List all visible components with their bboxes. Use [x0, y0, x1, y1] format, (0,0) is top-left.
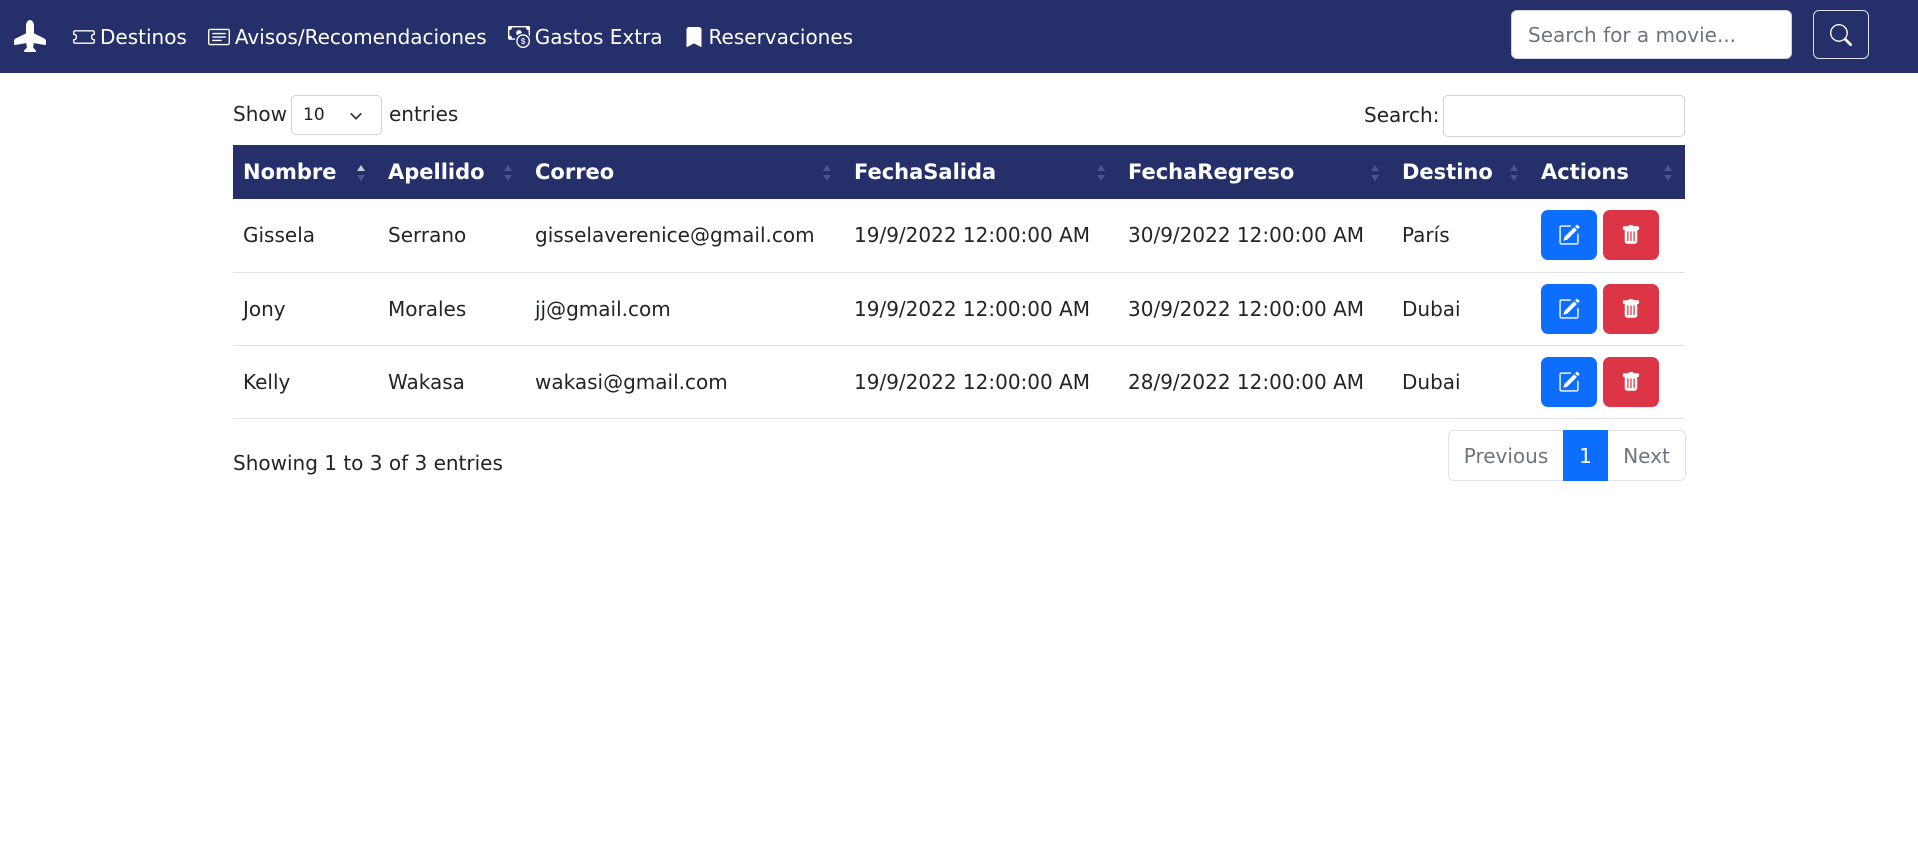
cell-nombre: Kelly	[243, 369, 291, 394]
column-header-fecharegreso[interactable]: FechaRegreso	[1118, 145, 1392, 199]
nav-item-destinos[interactable]: Destinos	[73, 25, 187, 49]
cell-apellido: Wakasa	[388, 369, 465, 394]
previous-page-button[interactable]: Previous	[1448, 430, 1563, 481]
page-length-value: 10	[303, 105, 325, 125]
movie-search-input[interactable]	[1511, 10, 1792, 59]
table-row: Kelly Wakasa wakasi@gmail.com 19/9/2022 …	[233, 345, 1685, 418]
edit-button[interactable]	[1541, 210, 1597, 261]
nav-item-label: Destinos	[100, 24, 187, 49]
delete-button[interactable]	[1603, 210, 1659, 261]
column-header-actions[interactable]: Actions	[1531, 145, 1685, 199]
cell-fecha-regreso: 28/9/2022 12:00:00 AM	[1128, 369, 1365, 394]
column-header-fechasalida[interactable]: FechaSalida	[844, 145, 1118, 199]
search-button[interactable]	[1813, 10, 1869, 59]
cell-nombre: Gissela	[243, 223, 316, 248]
sort-icon	[1371, 165, 1379, 181]
cell-correo: wakasi@gmail.com	[535, 369, 728, 394]
next-page-button[interactable]: Next	[1608, 430, 1686, 481]
edit-button[interactable]	[1541, 283, 1597, 334]
cell-fecha-salida: 19/9/2022 12:00:00 AM	[854, 223, 1091, 248]
sort-icon	[1510, 165, 1518, 181]
cell-fecha-salida: 19/9/2022 12:00:00 AM	[854, 296, 1091, 321]
cell-destino: Dubai	[1402, 369, 1461, 394]
edit-icon	[1559, 371, 1580, 392]
nav-item-gastos-extra[interactable]: Gastos Extra	[507, 24, 663, 49]
sort-icon	[1664, 165, 1672, 181]
search-icon	[1830, 23, 1852, 46]
cell-apellido: Serrano	[388, 223, 467, 248]
nav-item-label: Avisos/Recomendaciones	[234, 24, 487, 49]
sort-icon	[823, 165, 831, 181]
table-info: Showing 1 to 3 of 3 entries	[233, 451, 503, 475]
cell-correo: jj@gmail.com	[535, 296, 671, 321]
bookmark-icon	[686, 26, 702, 47]
cell-actions	[1531, 272, 1685, 345]
table-search-label: Search:	[1364, 103, 1440, 127]
column-header-correo[interactable]: Correo	[525, 145, 844, 199]
cell-actions	[1531, 199, 1685, 272]
entries-label: entries	[389, 102, 459, 126]
delete-button[interactable]	[1603, 356, 1659, 407]
sort-icon	[1097, 165, 1105, 181]
show-label: Show	[233, 102, 287, 126]
delete-button[interactable]	[1603, 283, 1659, 334]
nav-item-label: Reservaciones	[708, 24, 854, 49]
edit-button[interactable]	[1541, 356, 1597, 407]
table-row: Gissela Serrano gisselaverenice@gmail.co…	[233, 199, 1685, 272]
column-header-destino[interactable]: Destino	[1392, 145, 1531, 199]
nav-item-avisos[interactable]: Avisos/Recomendaciones	[207, 24, 487, 49]
reservations-table: Nombre Apellido Correo FechaSalida Fecha…	[233, 145, 1685, 419]
cell-fecha-regreso: 30/9/2022 12:00:00 AM	[1128, 223, 1365, 248]
table-search-input[interactable]	[1443, 95, 1685, 137]
cell-fecha-regreso: 30/9/2022 12:00:00 AM	[1128, 296, 1365, 321]
top-navbar: Destinos Avisos/Recomendaciones Gastos E…	[0, 0, 1918, 73]
table-row: Jony Morales jj@gmail.com 19/9/2022 12:0…	[233, 272, 1685, 345]
nav-menu: Destinos Avisos/Recomendaciones Gastos E…	[73, 0, 874, 73]
table-header-row: Nombre Apellido Correo FechaSalida Fecha…	[233, 145, 1685, 199]
trash-icon	[1622, 298, 1640, 318]
cell-destino: París	[1402, 223, 1450, 248]
cell-actions	[1531, 345, 1685, 418]
edit-icon	[1559, 298, 1580, 319]
sort-asc-icon	[357, 165, 365, 181]
trash-icon	[1622, 371, 1640, 391]
trash-icon	[1622, 225, 1640, 244]
cash-coin-icon	[507, 25, 530, 48]
nav-item-label: Gastos Extra	[534, 24, 663, 49]
cell-apellido: Morales	[388, 296, 467, 321]
pagination: Previous 1 Next	[1448, 430, 1686, 481]
edit-icon	[1559, 224, 1580, 245]
airplane-icon[interactable]	[14, 20, 46, 53]
ticket-icon	[73, 29, 95, 44]
cell-fecha-salida: 19/9/2022 12:00:00 AM	[854, 369, 1091, 394]
cell-nombre: Jony	[243, 296, 286, 321]
chevron-down-icon	[350, 112, 362, 120]
sort-icon	[504, 165, 512, 181]
card-text-icon	[207, 28, 230, 45]
page-length-select[interactable]: 10	[291, 95, 382, 135]
page-1-button[interactable]: 1	[1563, 430, 1608, 481]
column-header-apellido[interactable]: Apellido	[378, 145, 525, 199]
cell-destino: Dubai	[1402, 296, 1461, 321]
nav-item-reservaciones[interactable]: Reservaciones	[684, 24, 854, 49]
cell-correo: gisselaverenice@gmail.com	[535, 223, 815, 248]
column-header-nombre[interactable]: Nombre	[233, 145, 378, 199]
